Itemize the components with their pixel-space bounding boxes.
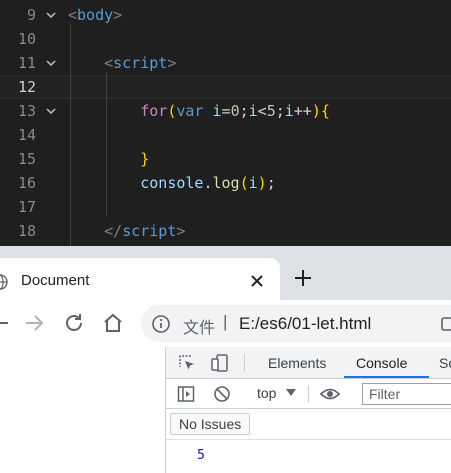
devtools-tabbar: Elements Console So <box>166 347 451 379</box>
code-line[interactable]: 15 } <box>0 147 451 171</box>
url-text: E:/es6/01-let.html <box>239 314 372 333</box>
line-number: 12 <box>17 78 36 96</box>
line-number: 16 <box>17 174 36 192</box>
console-log-value: 5 <box>197 448 205 463</box>
tab-elements[interactable]: Elements <box>268 355 326 371</box>
code-text: for(var i=0;i<5;i++){ <box>140 102 330 120</box>
line-number: 13 <box>17 102 36 120</box>
share-icon[interactable] <box>441 316 451 332</box>
line-number: 10 <box>17 30 36 48</box>
code-line[interactable]: 11 <script> <box>0 51 451 75</box>
globe-icon <box>0 274 8 290</box>
code-line[interactable]: 16 console.log(i); <box>0 171 451 195</box>
back-icon[interactable] <box>0 311 12 335</box>
device-toolbar-icon[interactable] <box>211 354 229 372</box>
close-icon[interactable] <box>246 270 268 292</box>
no-issues-button[interactable]: No Issues <box>170 413 251 435</box>
code-text: <body> <box>68 6 123 24</box>
tab-sources[interactable]: So <box>439 355 451 371</box>
toolbar-divider <box>244 354 245 372</box>
issues-bar: No Issues <box>166 409 451 440</box>
omnibox-separator: | <box>223 312 228 331</box>
code-line[interactable]: 12 <box>0 75 451 99</box>
address-bar[interactable]: 文件 | E:/es6/01-let.html <box>141 305 451 342</box>
tab-title: Document <box>21 272 90 289</box>
active-tab-indicator <box>344 376 429 378</box>
toolbar-divider <box>308 385 309 403</box>
line-number: 9 <box>26 6 36 24</box>
devtools-panel: Elements Console So top <box>165 347 451 473</box>
code-text: console.log(i); <box>140 174 276 192</box>
fold-chevron-icon[interactable] <box>46 58 56 68</box>
fold-chevron-icon[interactable] <box>46 106 56 116</box>
filter-placeholder: Filter <box>369 386 401 402</box>
context-selector[interactable]: top <box>257 385 276 401</box>
inspect-element-icon[interactable] <box>178 354 196 372</box>
new-tab-icon[interactable] <box>291 266 315 290</box>
forward-icon[interactable] <box>22 311 46 335</box>
console-toolbar: top Filter <box>166 379 451 409</box>
home-icon[interactable] <box>101 311 125 335</box>
tab-console[interactable]: Console <box>356 355 407 371</box>
code-line[interactable]: 17 <box>0 195 451 219</box>
code-line[interactable]: 9 <body> <box>0 3 451 27</box>
eye-icon[interactable] <box>320 385 340 403</box>
code-editor[interactable]: 9 <body> 10 11 <script> 12 13 for(var i=0;i<5… <box>0 0 451 246</box>
line-number: 17 <box>17 198 36 216</box>
code-text: </script> <box>104 222 186 240</box>
reload-icon[interactable] <box>62 311 86 335</box>
console-output: 5 <box>166 440 451 473</box>
filter-input[interactable]: Filter <box>362 383 451 405</box>
line-number: 15 <box>17 150 36 168</box>
info-icon[interactable] <box>151 314 171 334</box>
line-number: 11 <box>17 54 36 72</box>
browser-toolbar: 文件 | E:/es6/01-let.html <box>0 300 451 347</box>
code-line[interactable]: 14 <box>0 123 451 147</box>
indent-guide <box>70 24 71 246</box>
clear-console-icon[interactable] <box>213 385 231 403</box>
line-number: 18 <box>17 222 36 240</box>
code-line[interactable]: 10 <box>0 27 451 51</box>
page-content <box>0 347 165 473</box>
code-text: <script> <box>104 54 177 72</box>
fold-chevron-icon[interactable] <box>46 10 56 20</box>
show-sidebar-icon[interactable] <box>177 385 195 403</box>
browser-window: Document 文件 | E:/es6/01-let.html Element… <box>0 246 451 473</box>
indent-guide <box>106 72 107 216</box>
file-chip: 文件 <box>183 320 216 337</box>
code-line[interactable]: 13 for(var i=0;i<5;i++){ <box>0 99 451 123</box>
code-line[interactable]: 18 </script> <box>0 219 451 243</box>
line-number: 14 <box>17 126 36 144</box>
dropdown-arrow-icon[interactable] <box>286 389 296 397</box>
code-text: } <box>140 150 150 168</box>
